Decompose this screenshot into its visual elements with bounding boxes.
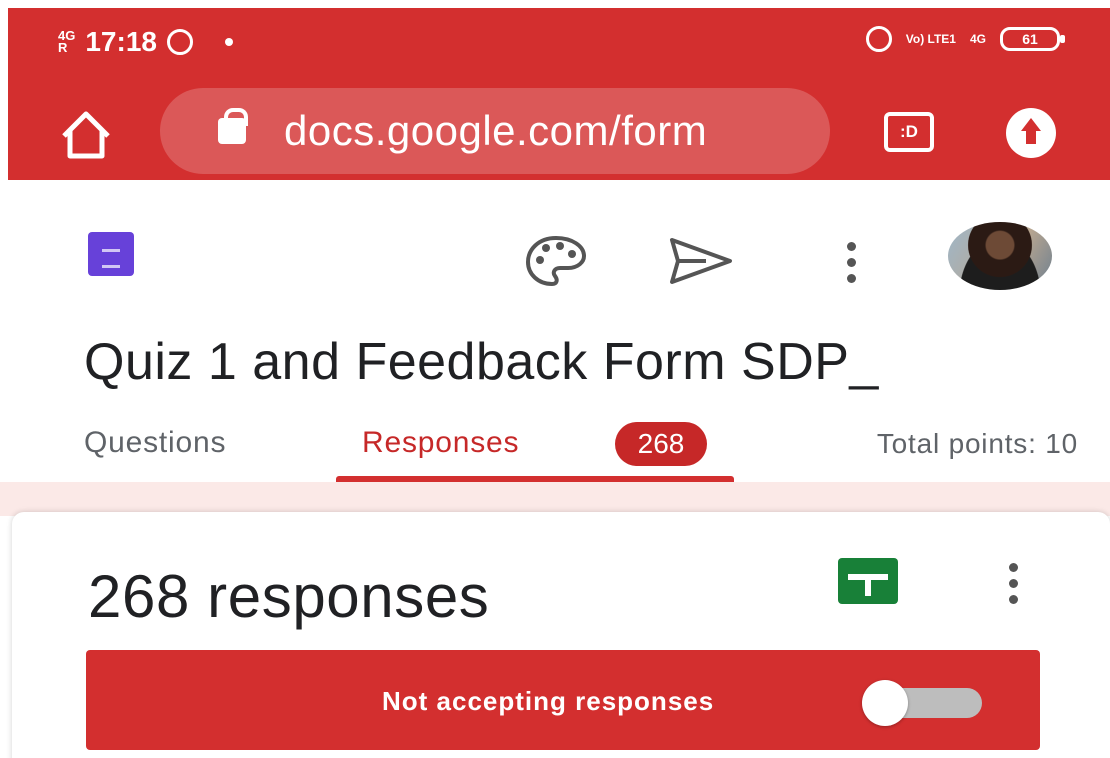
home-icon[interactable] bbox=[56, 106, 116, 166]
status-bar-left: 4G R 17:18 bbox=[58, 26, 233, 58]
avatar[interactable] bbox=[948, 222, 1052, 290]
accepting-responses-toggle[interactable] bbox=[862, 680, 982, 726]
accepting-responses-label: Not accepting responses bbox=[382, 686, 715, 716]
upload-icon[interactable] bbox=[1006, 108, 1056, 158]
tab-responses[interactable]: Responses 268 bbox=[336, 408, 734, 482]
content-background bbox=[0, 482, 1110, 516]
total-points: Total points: 10 bbox=[876, 428, 1078, 459]
alarm-icon bbox=[865, 26, 892, 52]
toggle-knob bbox=[862, 680, 908, 726]
tab-questions[interactable]: Questions bbox=[84, 426, 226, 460]
responses-count-heading: 268 responses bbox=[88, 563, 490, 630]
lock-icon bbox=[218, 108, 248, 144]
url-text: docs.google.com/form bbox=[284, 107, 708, 154]
clock: 17:18 bbox=[85, 26, 157, 57]
form-title: Quiz 1 and Feedback Form SDP_ bbox=[84, 333, 879, 391]
address-bar[interactable]: docs.google.com/form bbox=[160, 88, 830, 174]
card-body bbox=[86, 750, 1040, 758]
tab-responses-label: Responses bbox=[362, 426, 520, 459]
google-forms-icon[interactable] bbox=[88, 232, 134, 276]
more-vert-icon[interactable] bbox=[838, 232, 864, 292]
signal-indicator: 4G bbox=[969, 31, 986, 46]
google-sheets-icon[interactable] bbox=[838, 558, 898, 604]
browser-top-bar: 4G R 17:18 Vo) LTE1 4G 61 docs.google.co… bbox=[8, 8, 1110, 180]
notification-dot-icon bbox=[224, 38, 233, 46]
roaming-label: R bbox=[58, 40, 68, 55]
status-bar-right: Vo) LTE1 4G 61 bbox=[865, 26, 1065, 52]
tab-switcher-button[interactable]: :D bbox=[884, 112, 934, 152]
whatsapp-icon bbox=[166, 29, 193, 55]
more-vert-icon[interactable] bbox=[1000, 554, 1026, 612]
palette-icon[interactable] bbox=[524, 234, 588, 288]
battery-icon: 61 bbox=[1000, 27, 1065, 51]
volte-indicator: Vo) LTE1 bbox=[905, 31, 956, 46]
send-icon[interactable] bbox=[666, 234, 736, 288]
responses-count-badge: 268 bbox=[615, 422, 707, 466]
accepting-responses-bar: Not accepting responses bbox=[86, 650, 1040, 750]
network-indicator: 4G R bbox=[58, 29, 75, 55]
responses-summary-card: 268 responses Not accepting responses bbox=[12, 512, 1110, 758]
